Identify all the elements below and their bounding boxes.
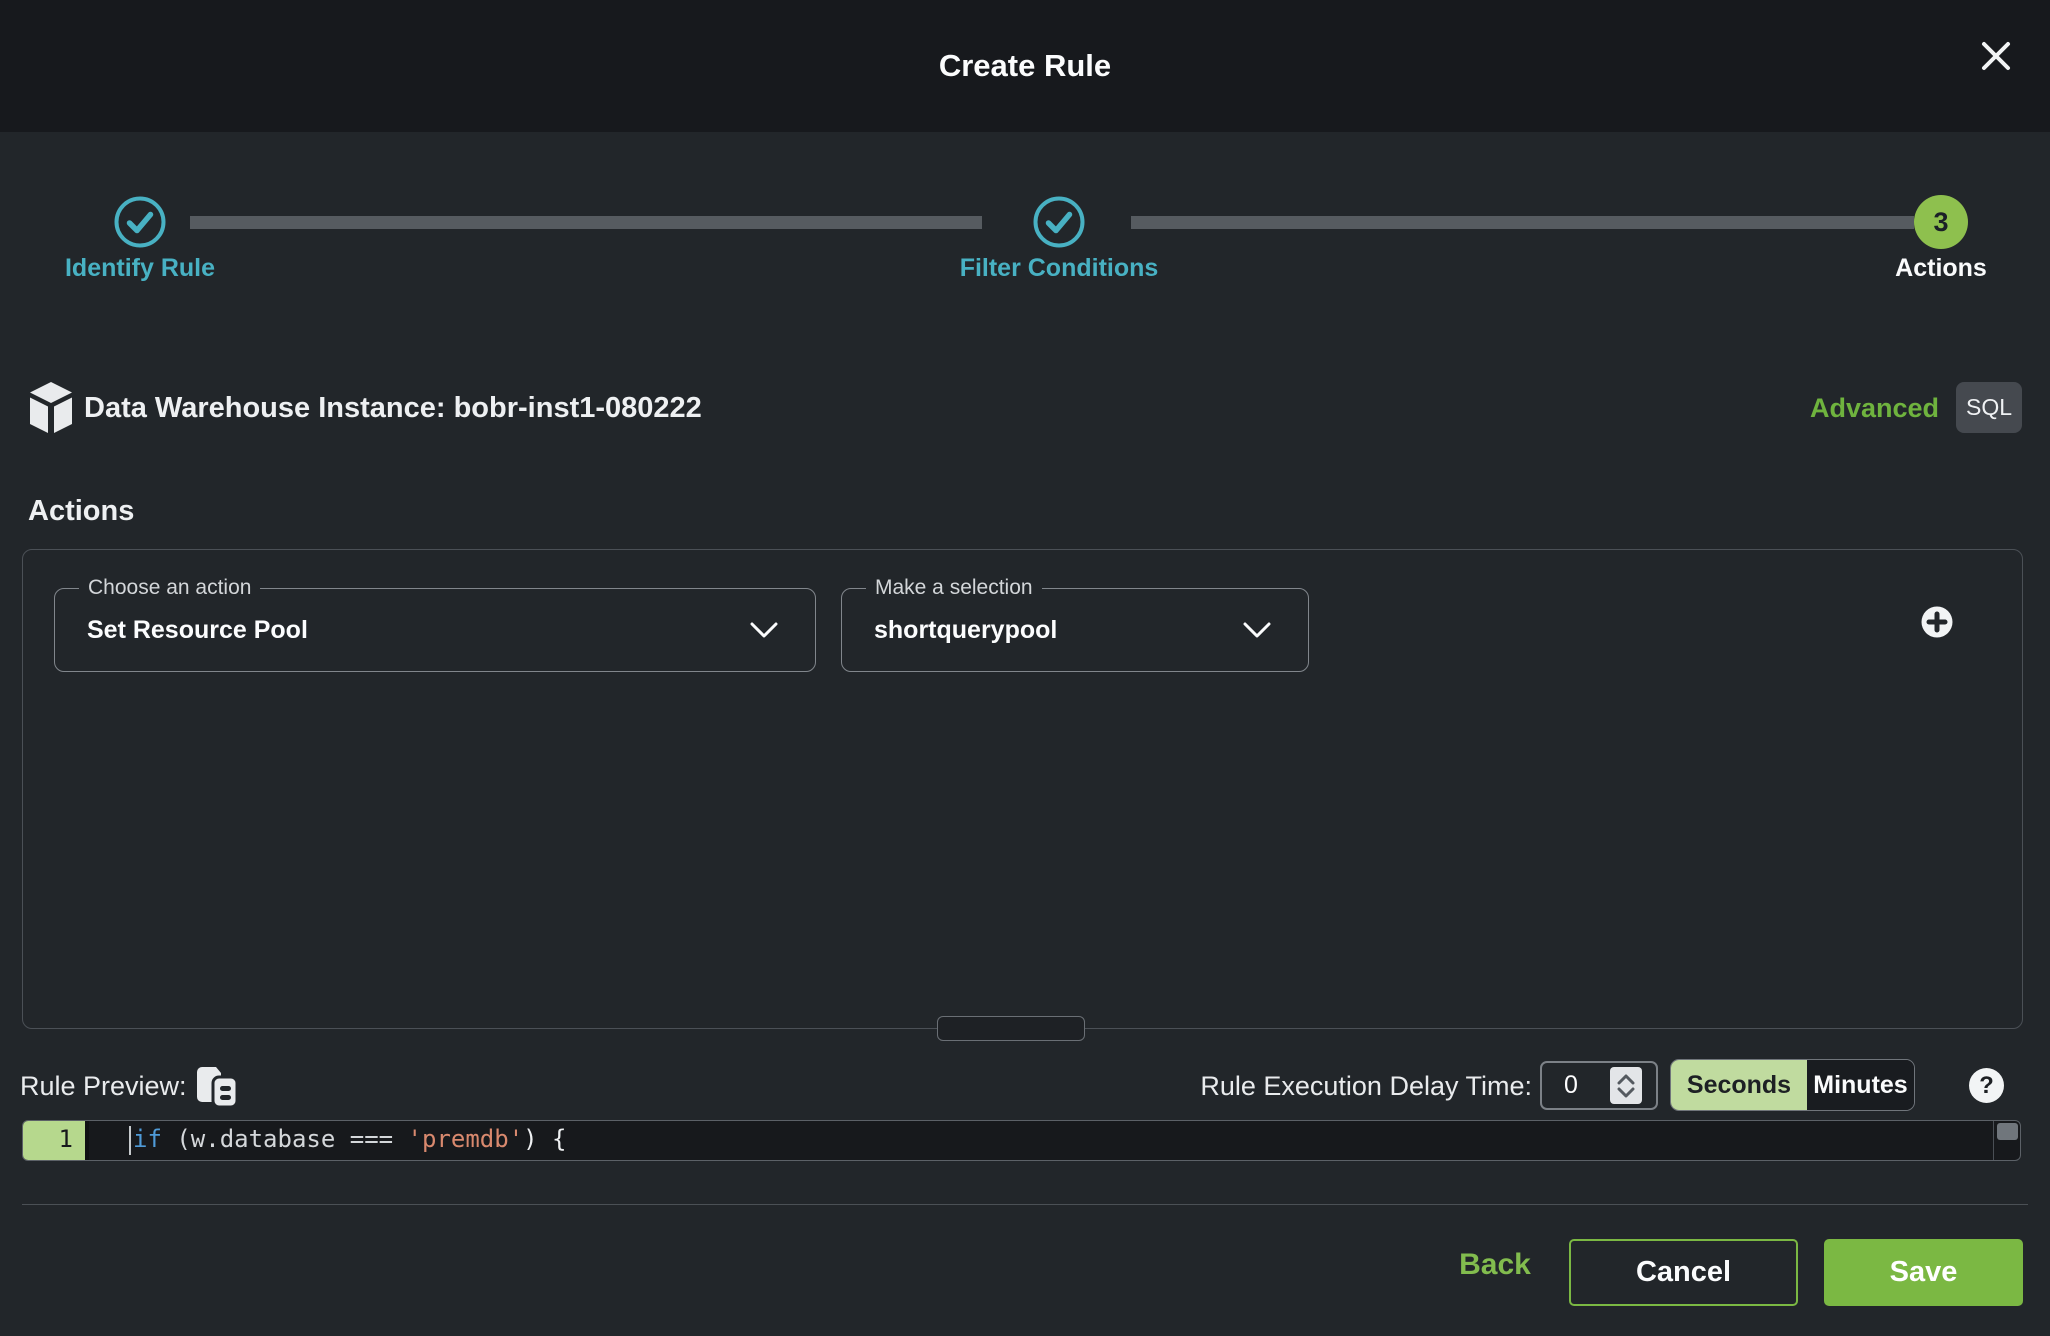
stepper-connector-1 <box>190 216 982 229</box>
actions-section-heading: Actions <box>28 495 134 528</box>
text-cursor <box>129 1126 131 1155</box>
step-actions-indicator[interactable]: 3 <box>1914 195 1968 249</box>
unit-minutes-button[interactable]: Minutes <box>1807 1060 1914 1110</box>
footer-divider <box>22 1204 2028 1205</box>
make-selection-select[interactable]: Make a selection shortquerypool <box>841 588 1309 672</box>
editor-scrollbar-thumb[interactable] <box>1997 1123 2018 1140</box>
page-title: Create Rule <box>0 0 2050 132</box>
rule-preview-label: Rule Preview: <box>20 1062 187 1110</box>
chevron-down-icon <box>749 621 779 639</box>
advanced-link[interactable]: Advanced <box>1810 382 1939 434</box>
create-rule-dialog: Create Rule 3 Identify Rule Filter Condi… <box>0 0 2050 1336</box>
add-action-button[interactable] <box>1918 603 1956 641</box>
panel-resize-handle[interactable] <box>937 1016 1085 1041</box>
choose-action-value: Set Resource Pool <box>87 589 308 671</box>
delay-unit-toggle: Seconds Minutes <box>1670 1059 1915 1111</box>
chevron-down-icon <box>1616 1087 1636 1099</box>
delay-time-input[interactable]: 0 <box>1540 1061 1658 1110</box>
code-expression: (w.database <box>162 1125 350 1153</box>
plus-circle-icon <box>1918 603 1956 641</box>
chevron-up-icon <box>1616 1073 1636 1085</box>
choose-action-select[interactable]: Choose an action Set Resource Pool <box>54 588 816 672</box>
code-line-number-gutter: 1 <box>23 1121 89 1160</box>
code-string: 'premdb' <box>408 1125 524 1153</box>
dialog-header: Create Rule <box>0 0 2050 132</box>
step-label-identify-rule[interactable]: Identify Rule <box>0 254 280 283</box>
unit-seconds-button[interactable]: Seconds <box>1671 1060 1807 1110</box>
delay-time-label: Rule Execution Delay Time: <box>1200 1062 1532 1110</box>
code-keyword: if <box>133 1125 162 1153</box>
rule-preview-code-editor[interactable]: 1 if (w.database === 'premdb') { <box>22 1120 2021 1161</box>
step-identify-rule-indicator[interactable] <box>113 195 167 249</box>
back-button[interactable]: Back <box>1425 1248 1565 1282</box>
editor-scrollbar[interactable] <box>1993 1121 2020 1160</box>
copy-icon <box>194 1061 242 1111</box>
code-line: if (w.database === 'premdb') { <box>133 1121 567 1160</box>
sql-button[interactable]: SQL <box>1956 382 2022 433</box>
close-icon <box>1978 38 2014 74</box>
cancel-button[interactable]: Cancel <box>1569 1239 1798 1306</box>
step-label-actions: Actions <box>1801 254 2050 283</box>
cube-icon <box>26 381 76 435</box>
check-circle-icon <box>1032 195 1086 249</box>
make-selection-value: shortquerypool <box>874 589 1057 671</box>
question-mark-icon: ? <box>1979 1072 1994 1100</box>
step-filter-conditions-indicator[interactable] <box>1032 195 1086 249</box>
save-button[interactable]: Save <box>1824 1239 2023 1306</box>
instance-title: Data Warehouse Instance: bobr-inst1-0802… <box>84 382 702 434</box>
step-label-filter-conditions[interactable]: Filter Conditions <box>919 254 1199 283</box>
stepper-connector-2 <box>1131 216 1914 229</box>
close-button[interactable] <box>1972 32 2020 80</box>
help-button[interactable]: ? <box>1969 1068 2004 1103</box>
check-circle-icon <box>113 195 167 249</box>
code-operator: === <box>350 1125 408 1153</box>
delay-time-value: 0 <box>1564 1063 1578 1108</box>
delay-spinner[interactable] <box>1610 1067 1642 1104</box>
chevron-down-icon <box>1242 621 1272 639</box>
code-close: ) { <box>523 1125 566 1153</box>
step-number-badge: 3 <box>1914 195 1968 249</box>
copy-rule-button[interactable] <box>194 1061 242 1111</box>
